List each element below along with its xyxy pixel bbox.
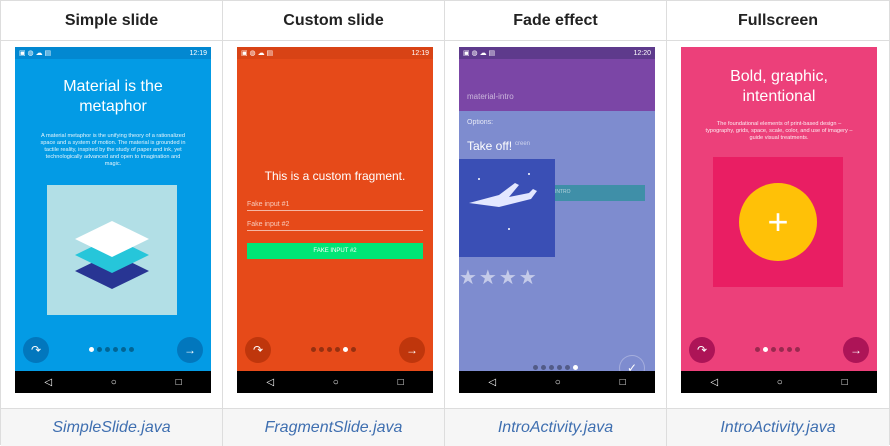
page-indicator xyxy=(89,347,134,352)
column-header: Simple slide xyxy=(1,1,222,41)
fake-input-2[interactable]: Fake input #2 xyxy=(247,221,423,231)
skip-button[interactable]: ↷ xyxy=(245,337,271,363)
slide-title: Material is the metaphor xyxy=(63,78,163,115)
next-button[interactable]: → xyxy=(177,337,203,363)
android-navbar: ◁ ○ □ xyxy=(459,371,655,393)
phone-simple-slide: ▣ ◍ ☁ ▤ 12:19 Material is the metaphor A… xyxy=(15,47,211,393)
phone-fade-effect: ▣ ◍ ☁ ▤ 12:20 material-intro Options: Ta… xyxy=(459,47,655,393)
back-icon[interactable]: ◁ xyxy=(710,377,718,388)
slide-description: The foundational elements of print-based… xyxy=(705,121,853,141)
android-navbar: ◁ ○ □ xyxy=(15,371,211,393)
showcase-grid: Simple slide ▣ ◍ ☁ ▤ 12:19 Material is t… xyxy=(0,0,890,446)
column-footer: SimpleSlide.java xyxy=(1,408,222,446)
status-time: 12:19 xyxy=(189,49,207,57)
hidden-fragment-text: creen xyxy=(515,141,531,147)
app-title: material-intro xyxy=(467,92,514,101)
fragment-text: This is a custom fragment. xyxy=(264,169,406,183)
home-icon[interactable]: ○ xyxy=(555,377,561,388)
status-bar: ▣ ◍ ☁ ▤ 12:19 xyxy=(15,47,211,59)
status-icons: ▣ ◍ ☁ ▤ xyxy=(463,50,496,57)
android-navbar: ◁ ○ □ xyxy=(681,371,877,393)
status-icons: ▣ ◍ ☁ ▤ xyxy=(19,50,52,57)
column-footer: FragmentSlide.java xyxy=(223,408,444,446)
page-indicator xyxy=(311,347,356,352)
next-button[interactable]: → xyxy=(843,337,869,363)
next-button[interactable]: → xyxy=(399,337,425,363)
layers-icon xyxy=(75,221,149,289)
phone-custom-slide: ▣ ◍ ☁ ▤ 12:19 This is a custom fragment.… xyxy=(237,47,433,393)
skip-button[interactable]: ↷ xyxy=(23,337,49,363)
slide-description: A material metaphor is the unifying theo… xyxy=(40,133,186,167)
column-footer: IntroActivity.java xyxy=(445,408,666,446)
skip-button[interactable]: ↷ xyxy=(689,337,715,363)
fake-input-1[interactable]: Fake input #1 xyxy=(247,201,423,211)
back-icon[interactable]: ◁ xyxy=(488,377,496,388)
column-custom-slide: Custom slide ▣ ◍ ☁ ▤ 12:19 This is a cus… xyxy=(223,1,445,446)
page-indicator xyxy=(533,365,578,370)
options-label: Options: xyxy=(467,119,494,126)
recents-icon[interactable]: □ xyxy=(620,377,626,388)
recents-icon[interactable]: □ xyxy=(398,377,404,388)
android-navbar: ◁ ○ □ xyxy=(237,371,433,393)
column-header: Fullscreen xyxy=(667,1,889,41)
overlay-title: Take off! xyxy=(467,139,513,153)
column-header: Fade effect xyxy=(445,1,666,41)
home-icon[interactable]: ○ xyxy=(777,377,783,388)
status-time: 12:19 xyxy=(411,49,429,57)
rating-stars: ★★★★ xyxy=(459,267,539,289)
column-fade-effect: Fade effect ▣ ◍ ☁ ▤ 12:20 material-intro… xyxy=(445,1,667,446)
slide-image xyxy=(47,185,177,315)
page-indicator xyxy=(755,347,800,352)
back-icon[interactable]: ◁ xyxy=(266,377,274,388)
status-time: 12:20 xyxy=(633,49,651,57)
slide-image: + xyxy=(713,157,843,287)
status-bar: ▣ ◍ ☁ ▤ 12:20 xyxy=(459,47,655,59)
column-footer: IntroActivity.java xyxy=(667,408,889,446)
slide-title: Bold, graphic, intentional xyxy=(730,68,828,105)
hidden-intro-button[interactable]: INTRO xyxy=(551,185,645,201)
column-header: Custom slide xyxy=(223,1,444,41)
app-bar: material-intro xyxy=(459,59,655,111)
status-icons: ▣ ◍ ☁ ▤ xyxy=(241,50,274,57)
status-bar: ▣ ◍ ☁ ▤ 12:19 xyxy=(237,47,433,59)
plus-icon: + xyxy=(739,183,817,261)
recents-icon[interactable]: □ xyxy=(842,377,848,388)
home-icon[interactable]: ○ xyxy=(333,377,339,388)
column-simple-slide: Simple slide ▣ ◍ ☁ ▤ 12:19 Material is t… xyxy=(1,1,223,446)
airplane-icon xyxy=(469,173,537,230)
recents-icon[interactable]: □ xyxy=(176,377,182,388)
phone-fullscreen: Bold, graphic, intentional The foundatio… xyxy=(681,47,877,393)
home-icon[interactable]: ○ xyxy=(111,377,117,388)
column-fullscreen: Fullscreen Bold, graphic, intentional Th… xyxy=(667,1,889,446)
fake-input-button[interactable]: FAKE INPUT #2 xyxy=(247,243,423,259)
back-icon[interactable]: ◁ xyxy=(44,377,52,388)
takeoff-image xyxy=(459,159,555,257)
